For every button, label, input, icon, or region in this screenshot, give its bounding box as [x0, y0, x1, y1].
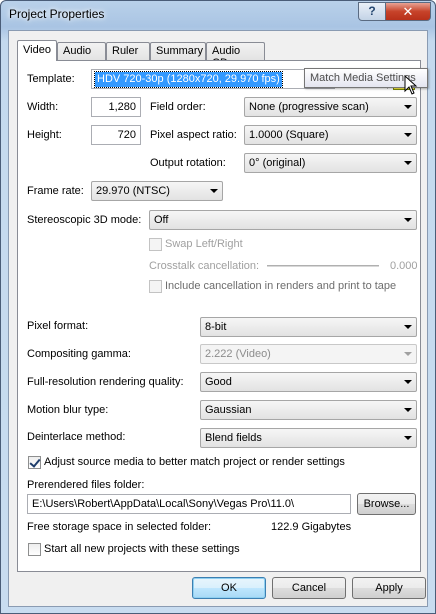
swap-left-right-checkbox[interactable]: [149, 238, 162, 251]
tab-ruler[interactable]: Ruler: [106, 42, 150, 60]
render-quality-label: Full-resolution rendering quality:: [27, 376, 184, 388]
browse-button[interactable]: Browse...: [357, 493, 416, 515]
frame-rate-label: Frame rate:: [27, 185, 84, 197]
free-storage-value: 122.9 Gigabytes: [271, 521, 352, 533]
compositing-gamma-value: 2.222 (Video): [205, 348, 271, 360]
pixel-format-label: Pixel format:: [27, 320, 89, 332]
help-button[interactable]: ?: [358, 2, 386, 21]
field-order-select[interactable]: None (progressive scan): [244, 97, 417, 117]
width-field[interactable]: 1,280: [91, 97, 141, 117]
frame-rate-select[interactable]: 29.970 (NTSC): [91, 181, 223, 201]
chevron-down-icon: [404, 380, 412, 384]
crosstalk-value: 0.000: [390, 260, 418, 272]
height-label: Height:: [27, 129, 62, 141]
apply-button[interactable]: Apply: [352, 577, 426, 599]
ok-button[interactable]: OK: [192, 577, 266, 599]
motion-blur-label: Motion blur type:: [27, 404, 109, 416]
chevron-down-icon: [404, 325, 412, 329]
crosstalk-slider[interactable]: [267, 265, 379, 267]
pixel-format-select[interactable]: 8-bit: [200, 317, 417, 337]
render-quality-value: Good: [205, 376, 232, 388]
field-order-value: None (progressive scan): [249, 101, 369, 113]
render-quality-select[interactable]: Good: [200, 372, 417, 392]
project-properties-window: Project Properties ? ✕ Video Audio Ruler…: [0, 0, 436, 614]
compositing-gamma-select[interactable]: 2.222 (Video): [200, 344, 417, 364]
section-divider: [28, 305, 414, 306]
close-button[interactable]: ✕: [385, 2, 431, 21]
pixel-aspect-select[interactable]: 1.0000 (Square): [244, 125, 417, 145]
adjust-source-label: Adjust source media to better match proj…: [44, 456, 345, 468]
title-bar[interactable]: Project Properties ? ✕: [1, 1, 435, 29]
chevron-down-icon: [210, 189, 218, 193]
pixel-format-value: 8-bit: [205, 321, 227, 333]
field-order-label: Field order:: [150, 101, 206, 113]
prerendered-folder-field[interactable]: E:\Users\Robert\AppData\Local\Sony\Vegas…: [27, 494, 351, 514]
chevron-down-icon: [404, 436, 412, 440]
swap-left-right-label: Swap Left/Right: [165, 238, 243, 250]
frame-rate-value: 29.970 (NTSC): [96, 185, 170, 197]
width-label: Width:: [27, 101, 59, 113]
start-all-checkbox[interactable]: [28, 543, 41, 556]
include-cancellation-label: Include cancellation in renders and prin…: [165, 280, 397, 292]
compositing-gamma-label: Compositing gamma:: [27, 348, 131, 360]
window-title: Project Properties: [9, 7, 105, 21]
chevron-down-icon: [404, 408, 412, 412]
start-all-label: Start all new projects with these settin…: [44, 543, 240, 555]
chevron-down-icon: [404, 133, 412, 137]
mouse-pointer-icon: [404, 75, 418, 95]
cancel-button[interactable]: Cancel: [272, 577, 346, 599]
deinterlace-select[interactable]: Blend fields: [200, 428, 417, 448]
height-field[interactable]: 720: [91, 125, 141, 145]
motion-blur-value: Gaussian: [205, 404, 252, 416]
pixel-aspect-value: 1.0000 (Square): [249, 129, 329, 141]
crosstalk-label: Crosstalk cancellation:: [149, 260, 260, 272]
output-rotation-value: 0° (original): [249, 157, 306, 169]
chevron-down-icon: [404, 218, 412, 222]
stereo-3d-label: Stereoscopic 3D mode:: [27, 214, 142, 226]
adjust-source-checkbox[interactable]: [28, 456, 41, 469]
output-rotation-label: Output rotation:: [150, 157, 226, 169]
tab-audio-cd[interactable]: Audio CD: [206, 42, 265, 69]
chevron-down-icon: [404, 352, 412, 356]
chevron-down-icon: [404, 161, 412, 165]
chevron-down-icon: [404, 105, 412, 109]
free-storage-label: Free storage space in selected folder:: [27, 521, 212, 533]
stereo-3d-select[interactable]: Off: [149, 210, 417, 230]
dialog-body: Video Audio Ruler Summary Audio CD Templ…: [8, 30, 428, 607]
pixel-aspect-label: Pixel aspect ratio:: [150, 129, 237, 141]
template-label: Template:: [27, 73, 75, 85]
tab-audio[interactable]: Audio: [57, 42, 106, 60]
tab-video[interactable]: Video: [17, 40, 57, 61]
motion-blur-select[interactable]: Gaussian: [200, 400, 417, 420]
output-rotation-select[interactable]: 0° (original): [244, 153, 417, 173]
prerendered-folder-label: Prerendered files folder:: [27, 479, 145, 491]
template-combo[interactable]: HDV 720-30p (1280x720, 29.970 fps): [91, 69, 335, 89]
video-tab-panel: Template: HDV 720-30p (1280x720, 29.970 …: [17, 60, 421, 572]
tab-summary[interactable]: Summary: [150, 42, 206, 60]
stereo-3d-value: Off: [154, 214, 169, 226]
deinterlace-label: Deinterlace method:: [27, 431, 126, 443]
template-value: HDV 720-30p (1280x720, 29.970 fps): [94, 71, 283, 88]
include-cancellation-checkbox[interactable]: [149, 280, 162, 293]
deinterlace-value: Blend fields: [205, 432, 262, 444]
